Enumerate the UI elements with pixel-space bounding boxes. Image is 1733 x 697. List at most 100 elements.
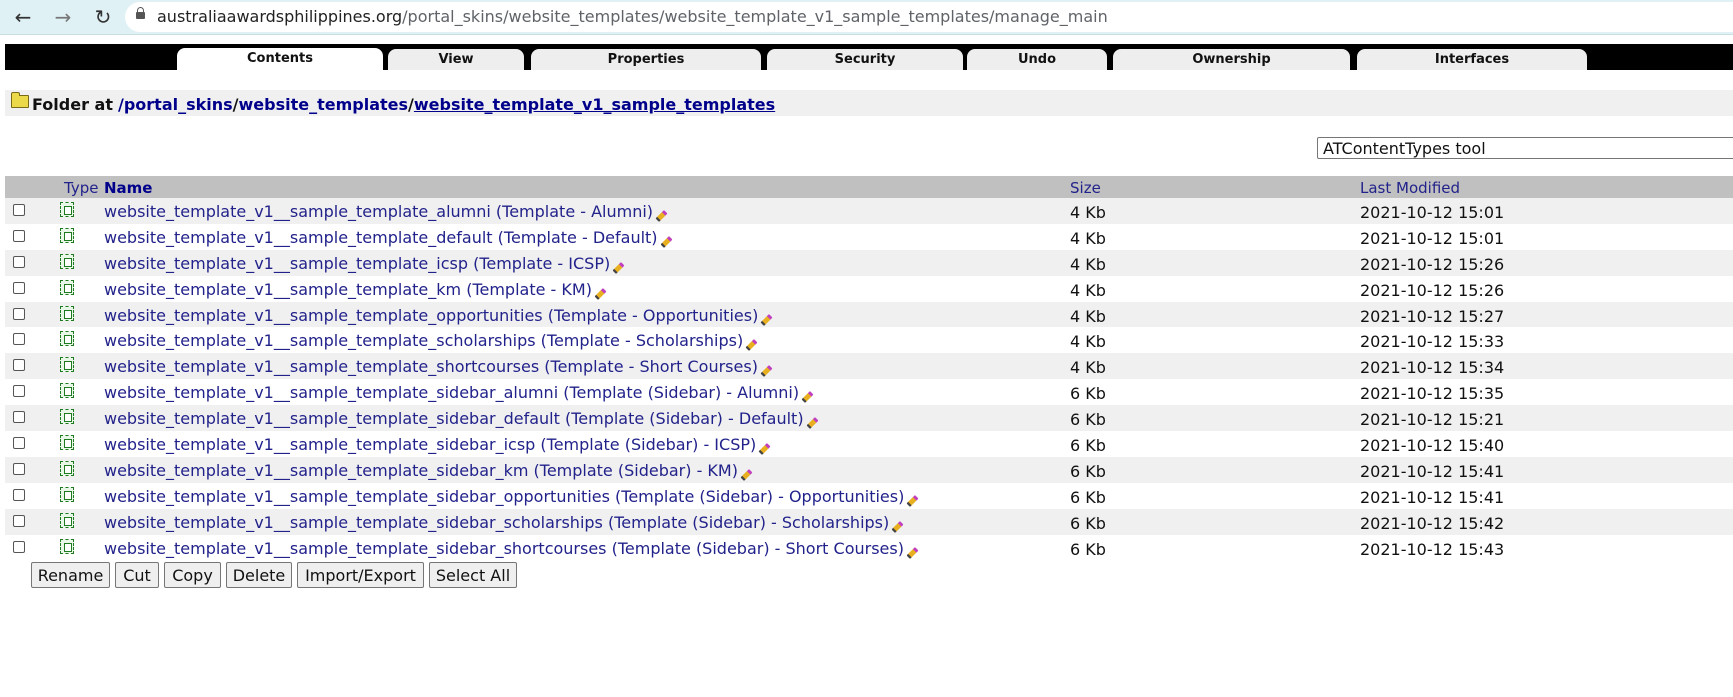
pencil-icon bbox=[745, 339, 758, 352]
item-name-link[interactable]: website_template_v1__sample_template_km … bbox=[104, 280, 607, 300]
table-row: website_template_v1__sample_template_sid… bbox=[5, 508, 1733, 535]
folder-path-bar: Folder at /portal_skins/website_template… bbox=[5, 90, 1733, 116]
row-checkbox[interactable] bbox=[13, 255, 25, 268]
column-header-type[interactable]: Type bbox=[64, 179, 98, 197]
import-export-button[interactable]: Import/Export bbox=[297, 562, 424, 588]
pencil-icon bbox=[760, 313, 773, 326]
column-header-last-modified[interactable]: Last Modified bbox=[1360, 179, 1460, 197]
item-last-modified: 2021-10-12 15:41 bbox=[1360, 461, 1505, 481]
item-name-text: website_template_v1__sample_template_sid… bbox=[104, 435, 757, 455]
row-checkbox[interactable] bbox=[13, 411, 25, 424]
item-name-link[interactable]: website_template_v1__sample_template_sid… bbox=[104, 409, 819, 430]
page-template-icon[interactable] bbox=[60, 512, 74, 528]
row-checkbox[interactable] bbox=[13, 307, 25, 320]
item-name-link[interactable]: website_template_v1__sample_template_sid… bbox=[104, 383, 814, 404]
column-header-size[interactable]: Size bbox=[1070, 179, 1101, 197]
back-arrow-icon[interactable]: ← bbox=[10, 5, 36, 29]
item-name-text: website_template_v1__sample_template_alu… bbox=[104, 202, 654, 221]
item-name-link[interactable]: website_template_v1__sample_template_ics… bbox=[104, 254, 625, 274]
tab-contents[interactable]: Contents bbox=[177, 48, 383, 70]
page-template-icon[interactable] bbox=[60, 357, 74, 373]
content-table: website_template_v1__sample_template_alu… bbox=[5, 198, 1733, 560]
item-name-link[interactable]: website_template_v1__sample_template_sid… bbox=[104, 486, 919, 507]
page-template-icon[interactable] bbox=[60, 409, 74, 425]
page-template-icon[interactable] bbox=[60, 435, 74, 451]
url-text[interactable]: australiaawardsphilippines.org/portal_sk… bbox=[157, 7, 1108, 26]
table-row: website_template_v1__sample_template_ics… bbox=[5, 249, 1733, 276]
page-template-icon[interactable] bbox=[60, 460, 74, 476]
row-checkbox[interactable] bbox=[13, 204, 25, 216]
rename-button[interactable]: Rename bbox=[31, 562, 110, 588]
row-checkbox[interactable] bbox=[13, 540, 25, 553]
page-template-icon[interactable] bbox=[60, 253, 74, 269]
item-name-link[interactable]: website_template_v1__sample_template_sid… bbox=[104, 460, 753, 481]
row-checkbox[interactable] bbox=[13, 385, 25, 398]
row-checkbox[interactable] bbox=[13, 229, 25, 242]
copy-button[interactable]: Copy bbox=[164, 562, 221, 588]
item-size: 4 Kb bbox=[1070, 228, 1106, 248]
item-last-modified: 2021-10-12 15:27 bbox=[1360, 306, 1505, 326]
table-header: Type Name Size Last Modified bbox=[5, 176, 1733, 198]
pencil-icon bbox=[740, 468, 753, 481]
forward-arrow-icon[interactable]: → bbox=[50, 5, 76, 29]
add-content-select[interactable]: ATContentTypes tool bbox=[1317, 137, 1733, 159]
tab-undo[interactable]: Undo bbox=[967, 49, 1107, 70]
select-all-button[interactable]: Select All bbox=[429, 562, 517, 588]
pencil-icon bbox=[801, 391, 814, 404]
column-header-name[interactable]: Name bbox=[104, 179, 152, 197]
item-name-link[interactable]: website_template_v1__sample_template_sch… bbox=[104, 331, 758, 352]
reload-icon[interactable]: ↻ bbox=[90, 5, 116, 29]
tab-properties[interactable]: Properties bbox=[531, 49, 761, 70]
row-checkbox[interactable] bbox=[13, 462, 25, 475]
delete-button[interactable]: Delete bbox=[226, 562, 292, 588]
address-bar[interactable]: australiaawardsphilippines.org/portal_sk… bbox=[125, 2, 1733, 32]
page-template-icon[interactable] bbox=[60, 486, 74, 502]
page-template-icon[interactable] bbox=[60, 538, 74, 554]
breadcrumb-link-portal-skins[interactable]: /portal_skins bbox=[118, 95, 233, 114]
tab-view[interactable]: View bbox=[388, 49, 524, 70]
tab-security[interactable]: Security bbox=[767, 49, 963, 70]
row-checkbox[interactable] bbox=[13, 437, 25, 450]
pencil-icon bbox=[758, 443, 771, 456]
item-name-text: website_template_v1__sample_template_sch… bbox=[104, 331, 744, 351]
item-name-link[interactable]: website_template_v1__sample_template_sid… bbox=[104, 513, 904, 533]
row-checkbox[interactable] bbox=[13, 488, 25, 501]
item-size: 4 Kb bbox=[1070, 280, 1106, 300]
tab-interfaces[interactable]: Interfaces bbox=[1357, 49, 1587, 70]
item-name-link[interactable]: website_template_v1__sample_template_sid… bbox=[104, 539, 919, 559]
item-name-link[interactable]: website_template_v1__sample_template_opp… bbox=[104, 306, 773, 326]
lock-icon[interactable] bbox=[136, 7, 145, 19]
item-name-link[interactable]: website_template_v1__sample_template_sid… bbox=[104, 435, 771, 456]
pencil-icon bbox=[906, 546, 919, 559]
item-name-link[interactable]: website_template_v1__sample_template_sho… bbox=[104, 357, 773, 378]
page-template-icon[interactable] bbox=[60, 331, 74, 347]
pencil-icon bbox=[760, 365, 773, 378]
item-last-modified: 2021-10-12 15:01 bbox=[1360, 228, 1505, 248]
page-template-icon[interactable] bbox=[60, 227, 74, 243]
page-template-icon[interactable] bbox=[60, 305, 74, 321]
table-row: website_template_v1__sample_template_km … bbox=[5, 276, 1733, 302]
pencil-icon bbox=[660, 235, 673, 248]
breadcrumb-link-current-folder[interactable]: website_template_v1_sample_templates bbox=[414, 95, 775, 114]
row-checkbox[interactable] bbox=[13, 281, 25, 294]
item-name-link[interactable]: website_template_v1__sample_template_def… bbox=[104, 228, 673, 248]
table-row: website_template_v1__sample_template_sid… bbox=[5, 535, 1733, 561]
item-last-modified: 2021-10-12 15:34 bbox=[1360, 358, 1505, 378]
page-template-icon[interactable] bbox=[60, 202, 74, 217]
item-name-text: website_template_v1__sample_template_sid… bbox=[104, 460, 738, 480]
pencil-icon bbox=[806, 417, 819, 430]
item-name-link[interactable]: website_template_v1__sample_template_alu… bbox=[104, 202, 668, 223]
item-size: 6 Kb bbox=[1070, 410, 1106, 430]
cut-button[interactable]: Cut bbox=[115, 562, 159, 588]
item-name-text: website_template_v1__sample_template_sid… bbox=[104, 409, 804, 429]
row-checkbox[interactable] bbox=[13, 514, 25, 527]
table-row: website_template_v1__sample_template_sid… bbox=[5, 379, 1733, 405]
breadcrumb-link-website-templates[interactable]: website_templates bbox=[239, 95, 409, 114]
row-checkbox[interactable] bbox=[13, 359, 25, 372]
item-size: 6 Kb bbox=[1070, 436, 1106, 456]
tab-ownership[interactable]: Ownership bbox=[1113, 49, 1350, 70]
page-template-icon[interactable] bbox=[60, 383, 74, 399]
page-template-icon[interactable] bbox=[60, 279, 74, 295]
item-name-text: website_template_v1__sample_template_sid… bbox=[104, 486, 905, 506]
row-checkbox[interactable] bbox=[13, 333, 25, 346]
